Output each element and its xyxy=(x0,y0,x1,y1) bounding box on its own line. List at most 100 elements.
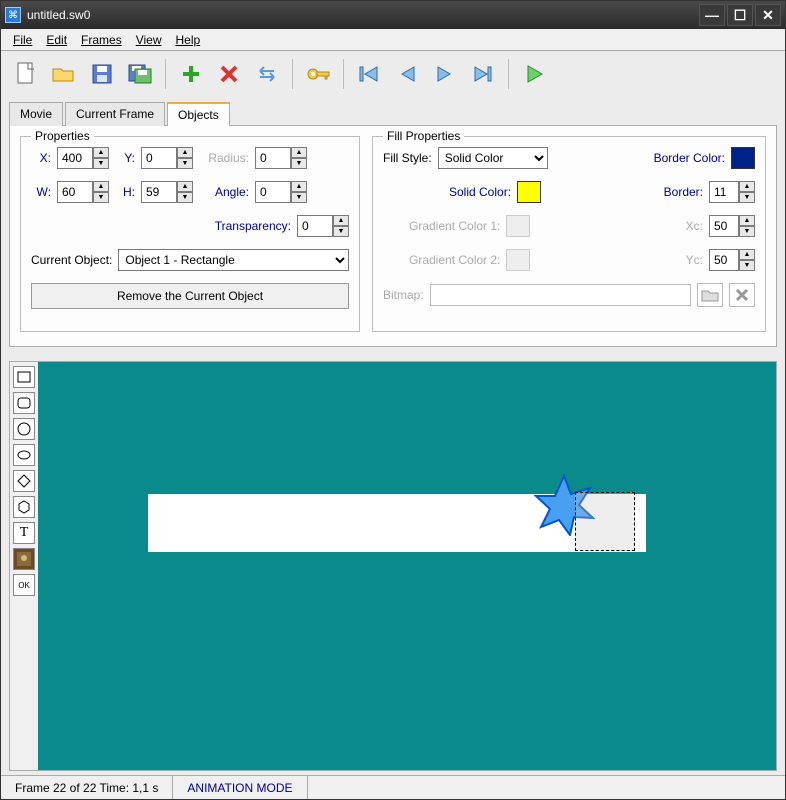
yc-spin-up[interactable]: ▲ xyxy=(739,249,755,260)
x-spin-down[interactable]: ▼ xyxy=(93,158,109,169)
tab-current-frame[interactable]: Current Frame xyxy=(65,102,165,126)
fill-style-label: Fill Style: xyxy=(383,151,432,165)
fill-legend: Fill Properties xyxy=(383,129,464,143)
transparency-input[interactable] xyxy=(297,215,333,237)
status-frame: Frame 22 of 22 Time: 1,1 s xyxy=(1,776,173,799)
first-frame-button[interactable] xyxy=(352,57,386,91)
gradient1-swatch xyxy=(506,215,530,237)
polygon-tool[interactable] xyxy=(13,496,35,518)
angle-spin-down[interactable]: ▼ xyxy=(291,192,307,203)
ok-tool[interactable]: OK xyxy=(13,574,35,596)
bitmap-clear-button[interactable] xyxy=(729,283,755,307)
y-input[interactable] xyxy=(141,147,177,169)
menu-help[interactable]: Help xyxy=(170,31,207,49)
xc-spin-down[interactable]: ▼ xyxy=(739,226,755,237)
shape-toolbar: T OK xyxy=(10,362,38,770)
w-input[interactable] xyxy=(57,181,93,203)
w-spin-down[interactable]: ▼ xyxy=(93,192,109,203)
add-button[interactable] xyxy=(174,57,208,91)
radius-spin-up[interactable]: ▲ xyxy=(291,147,307,158)
xc-label: Xc: xyxy=(686,219,703,233)
solid-color-swatch[interactable] xyxy=(517,181,541,203)
border-spin-down[interactable]: ▼ xyxy=(739,192,755,203)
border-color-label: Border Color: xyxy=(654,151,725,165)
border-label: Border: xyxy=(664,185,703,199)
radius-input[interactable] xyxy=(255,147,291,169)
border-spin-up[interactable]: ▲ xyxy=(739,181,755,192)
swap-button[interactable] xyxy=(250,57,284,91)
close-button[interactable]: ✕ xyxy=(755,4,781,26)
rounded-rect-tool[interactable] xyxy=(13,392,35,414)
menu-edit[interactable]: Edit xyxy=(40,31,73,49)
transparency-spin-down[interactable]: ▼ xyxy=(333,226,349,237)
y-label: Y: xyxy=(115,151,135,165)
save-button[interactable] xyxy=(85,57,119,91)
circle-tool[interactable] xyxy=(13,418,35,440)
menubar: File Edit Frames View Help xyxy=(1,29,785,51)
menu-file[interactable]: File xyxy=(7,31,38,49)
current-object-select[interactable]: Object 1 - Rectangle xyxy=(118,249,349,271)
gradient2-label: Gradient Color 2: xyxy=(409,253,500,267)
tabs: Movie Current Frame Objects xyxy=(9,101,777,126)
prev-frame-button[interactable] xyxy=(390,57,424,91)
border-color-swatch[interactable] xyxy=(731,147,755,169)
angle-label: Angle: xyxy=(199,185,249,199)
yc-input[interactable] xyxy=(709,249,739,271)
canvas-area: T OK xyxy=(9,361,777,771)
diamond-tool[interactable] xyxy=(13,470,35,492)
x-spin-up[interactable]: ▲ xyxy=(93,147,109,158)
text-tool[interactable]: T xyxy=(13,522,35,544)
new-file-button[interactable] xyxy=(9,57,43,91)
menu-view[interactable]: View xyxy=(130,31,168,49)
app-icon: ⌘ xyxy=(5,7,21,23)
selection-rectangle[interactable] xyxy=(575,492,635,551)
x-input[interactable] xyxy=(57,147,93,169)
fill-style-select[interactable]: Solid Color xyxy=(438,147,548,169)
y-spin-up[interactable]: ▲ xyxy=(177,147,193,158)
bitmap-input xyxy=(430,284,691,306)
yc-label: Yc: xyxy=(686,253,703,267)
y-spin-down[interactable]: ▼ xyxy=(177,158,193,169)
toolbar xyxy=(1,51,785,97)
bitmap-label: Bitmap: xyxy=(383,288,424,302)
h-input[interactable] xyxy=(141,181,177,203)
current-object-label: Current Object: xyxy=(31,253,112,267)
h-spin-up[interactable]: ▲ xyxy=(177,181,193,192)
ellipse-tool[interactable] xyxy=(13,444,35,466)
rectangle-tool[interactable] xyxy=(13,366,35,388)
xc-spin-up[interactable]: ▲ xyxy=(739,215,755,226)
window-title: untitled.sw0 xyxy=(27,8,699,22)
menu-frames[interactable]: Frames xyxy=(75,31,128,49)
w-spin-up[interactable]: ▲ xyxy=(93,181,109,192)
x-label: X: xyxy=(31,151,51,165)
gradient2-swatch xyxy=(506,249,530,271)
save-as-button[interactable] xyxy=(123,57,157,91)
play-button[interactable] xyxy=(517,57,551,91)
angle-input[interactable] xyxy=(255,181,291,203)
w-label: W: xyxy=(31,185,51,199)
solid-color-label: Solid Color: xyxy=(449,185,511,199)
h-spin-down[interactable]: ▼ xyxy=(177,192,193,203)
statusbar: Frame 22 of 22 Time: 1,1 s ANIMATION MOD… xyxy=(1,775,785,799)
transparency-spin-up[interactable]: ▲ xyxy=(333,215,349,226)
stage[interactable] xyxy=(38,362,776,770)
radius-label: Radius: xyxy=(199,151,249,165)
radius-spin-down[interactable]: ▼ xyxy=(291,158,307,169)
delete-button[interactable] xyxy=(212,57,246,91)
tab-movie[interactable]: Movie xyxy=(9,102,63,126)
maximize-button[interactable]: ☐ xyxy=(727,4,753,26)
image-tool[interactable] xyxy=(13,548,35,570)
tab-objects[interactable]: Objects xyxy=(167,102,230,126)
transparency-label: Transparency: xyxy=(215,219,291,233)
last-frame-button[interactable] xyxy=(466,57,500,91)
angle-spin-up[interactable]: ▲ xyxy=(291,181,307,192)
open-file-button[interactable] xyxy=(47,57,81,91)
key-button[interactable] xyxy=(301,57,335,91)
yc-spin-down[interactable]: ▼ xyxy=(739,260,755,271)
border-input[interactable] xyxy=(709,181,739,203)
minimize-button[interactable]: — xyxy=(699,4,725,26)
xc-input[interactable] xyxy=(709,215,739,237)
next-frame-button[interactable] xyxy=(428,57,462,91)
remove-object-button[interactable]: Remove the Current Object xyxy=(31,283,349,309)
bitmap-browse-button[interactable] xyxy=(697,283,723,307)
